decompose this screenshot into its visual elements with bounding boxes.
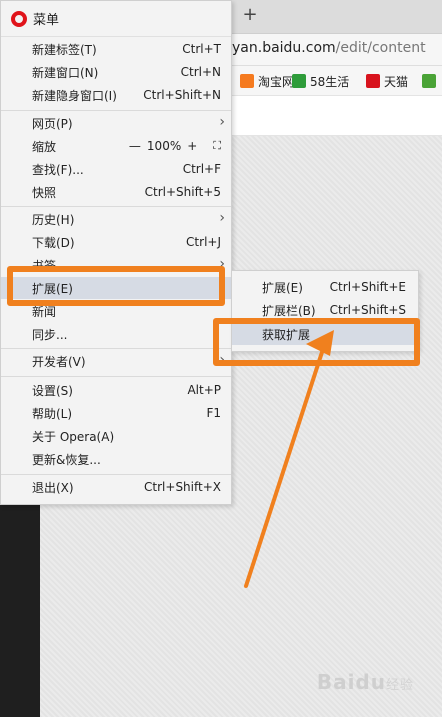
watermark-suffix: 经验: [385, 678, 414, 693]
watermark-brand: Baidu: [316, 670, 386, 694]
baidu-watermark: Baidu经验: [317, 670, 414, 694]
annotation-arrow: [244, 330, 334, 588]
arrow-shaft: [244, 344, 326, 588]
